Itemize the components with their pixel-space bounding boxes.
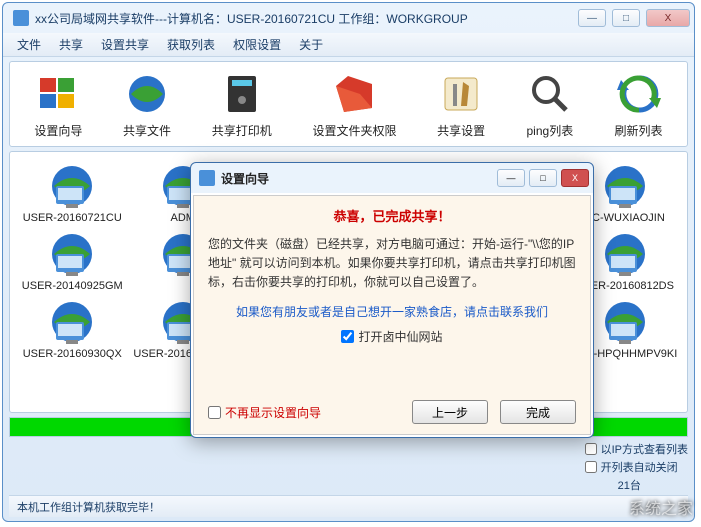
opt-ip-mode[interactable]: 以IP方式查看列表 bbox=[585, 441, 688, 457]
menu-file[interactable]: 文件 bbox=[9, 34, 49, 55]
statusbar: 本机工作组计算机获取完毕！ bbox=[9, 495, 688, 517]
tb-label: 共享设置 bbox=[437, 122, 485, 139]
close-button[interactable]: X bbox=[646, 9, 690, 27]
menu-about[interactable]: 关于 bbox=[291, 34, 331, 55]
count-label: 21台 bbox=[585, 477, 688, 493]
tb-label: 共享打印机 bbox=[212, 122, 272, 139]
windows-flag-icon bbox=[34, 70, 82, 118]
menubar: 文件 共享 设置共享 获取列表 权限设置 关于 bbox=[3, 33, 694, 57]
magnifier-icon bbox=[526, 70, 574, 118]
computer-icon bbox=[597, 160, 653, 212]
chk-open-site[interactable]: 打开卤中仙网站 bbox=[208, 328, 576, 345]
computer-item[interactable]: USER-20160930QX bbox=[18, 296, 127, 360]
dialog-body: 恭喜，已完成共享！ 您的文件夹（磁盘）已经共享，对方电脑可通过：开始-运行-"\… bbox=[193, 195, 591, 435]
tb-share-printer[interactable]: 共享打印机 bbox=[212, 70, 272, 139]
tb-share-file[interactable]: 共享文件 bbox=[123, 70, 171, 139]
dialog-titlebar: 设置向导 — □ X bbox=[191, 163, 593, 193]
menu-permissions[interactable]: 权限设置 bbox=[225, 34, 289, 55]
tb-label: 刷新列表 bbox=[615, 122, 663, 139]
dialog-icon bbox=[199, 170, 215, 186]
tb-wizard[interactable]: 设置向导 bbox=[34, 70, 82, 139]
server-icon bbox=[218, 70, 266, 118]
computer-icon bbox=[597, 296, 653, 348]
opt-auto-close[interactable]: 开列表自动关闭 bbox=[585, 459, 688, 475]
window-title: xx公司局域网共享软件---计算机名：USER-20160721CU 工作组：W… bbox=[35, 10, 578, 27]
menu-share[interactable]: 共享 bbox=[51, 34, 91, 55]
maximize-button[interactable]: □ bbox=[612, 9, 640, 27]
tb-label: ping列表 bbox=[527, 122, 574, 139]
app-icon bbox=[13, 10, 29, 26]
computer-icon bbox=[44, 160, 100, 212]
tb-refresh[interactable]: 刷新列表 bbox=[615, 70, 663, 139]
tb-share-settings[interactable]: 共享设置 bbox=[437, 70, 485, 139]
tb-ping-list[interactable]: ping列表 bbox=[526, 70, 574, 139]
computer-label: PC-WUXIAOJIN bbox=[585, 212, 665, 224]
prev-button[interactable]: 上一步 bbox=[412, 400, 488, 424]
toolbar: 设置向导 共享文件 共享打印机 设置文件夹权限 共享设置 ping列表 刷新列表 bbox=[9, 61, 688, 147]
computer-icon bbox=[597, 228, 653, 280]
menu-set-share[interactable]: 设置共享 bbox=[93, 34, 157, 55]
computer-icon bbox=[44, 228, 100, 280]
dialog-title: 设置向导 bbox=[221, 170, 497, 187]
dialog-maximize-button[interactable]: □ bbox=[529, 169, 557, 187]
titlebar: xx公司局域网共享软件---计算机名：USER-20160721CU 工作组：W… bbox=[3, 3, 694, 33]
dialog-minimize-button[interactable]: — bbox=[497, 169, 525, 187]
dialog-close-button[interactable]: X bbox=[561, 169, 589, 187]
tb-folder-perm[interactable]: 设置文件夹权限 bbox=[312, 70, 396, 139]
computer-label: USER-20160930QX bbox=[23, 348, 122, 360]
tools-icon bbox=[437, 70, 485, 118]
tb-label: 设置文件夹权限 bbox=[312, 122, 396, 139]
computer-item[interactable]: USER-20140925GM bbox=[18, 228, 127, 292]
tb-label: 共享文件 bbox=[123, 122, 171, 139]
finish-button[interactable]: 完成 bbox=[500, 400, 576, 424]
chk-open-site-input[interactable] bbox=[341, 330, 354, 343]
computer-label: USER-20160721CU bbox=[23, 212, 122, 224]
computer-label: USER-20140925GM bbox=[22, 280, 123, 292]
chk-no-show[interactable]: 不再显示设置向导 bbox=[208, 404, 321, 421]
options-bar: 以IP方式查看列表 开列表自动关闭 21台 bbox=[9, 441, 688, 493]
computer-icon bbox=[44, 296, 100, 348]
wizard-dialog: 设置向导 — □ X 恭喜，已完成共享！ 您的文件夹（磁盘）已经共享，对方电脑可… bbox=[190, 162, 594, 438]
folder-icon bbox=[330, 70, 378, 118]
status-text: 本机工作组计算机获取完毕！ bbox=[17, 499, 160, 515]
minimize-button[interactable]: — bbox=[578, 9, 606, 27]
tb-label: 设置向导 bbox=[34, 122, 82, 139]
menu-get-list[interactable]: 获取列表 bbox=[159, 34, 223, 55]
computer-item[interactable]: USER-20160721CU bbox=[18, 160, 127, 224]
window-controls: — □ X bbox=[578, 9, 690, 27]
dialog-heading: 恭喜，已完成共享！ bbox=[208, 206, 576, 225]
globe-icon bbox=[123, 70, 171, 118]
chk-no-show-input[interactable] bbox=[208, 406, 221, 419]
dialog-link[interactable]: 如果您有朋友或者是自己想开一家熟食店，请点击联系我们 bbox=[208, 303, 576, 320]
dialog-text: 您的文件夹（磁盘）已经共享，对方电脑可通过：开始-运行-"\\您的IP地址" 就… bbox=[208, 235, 576, 293]
refresh-icon bbox=[615, 70, 663, 118]
